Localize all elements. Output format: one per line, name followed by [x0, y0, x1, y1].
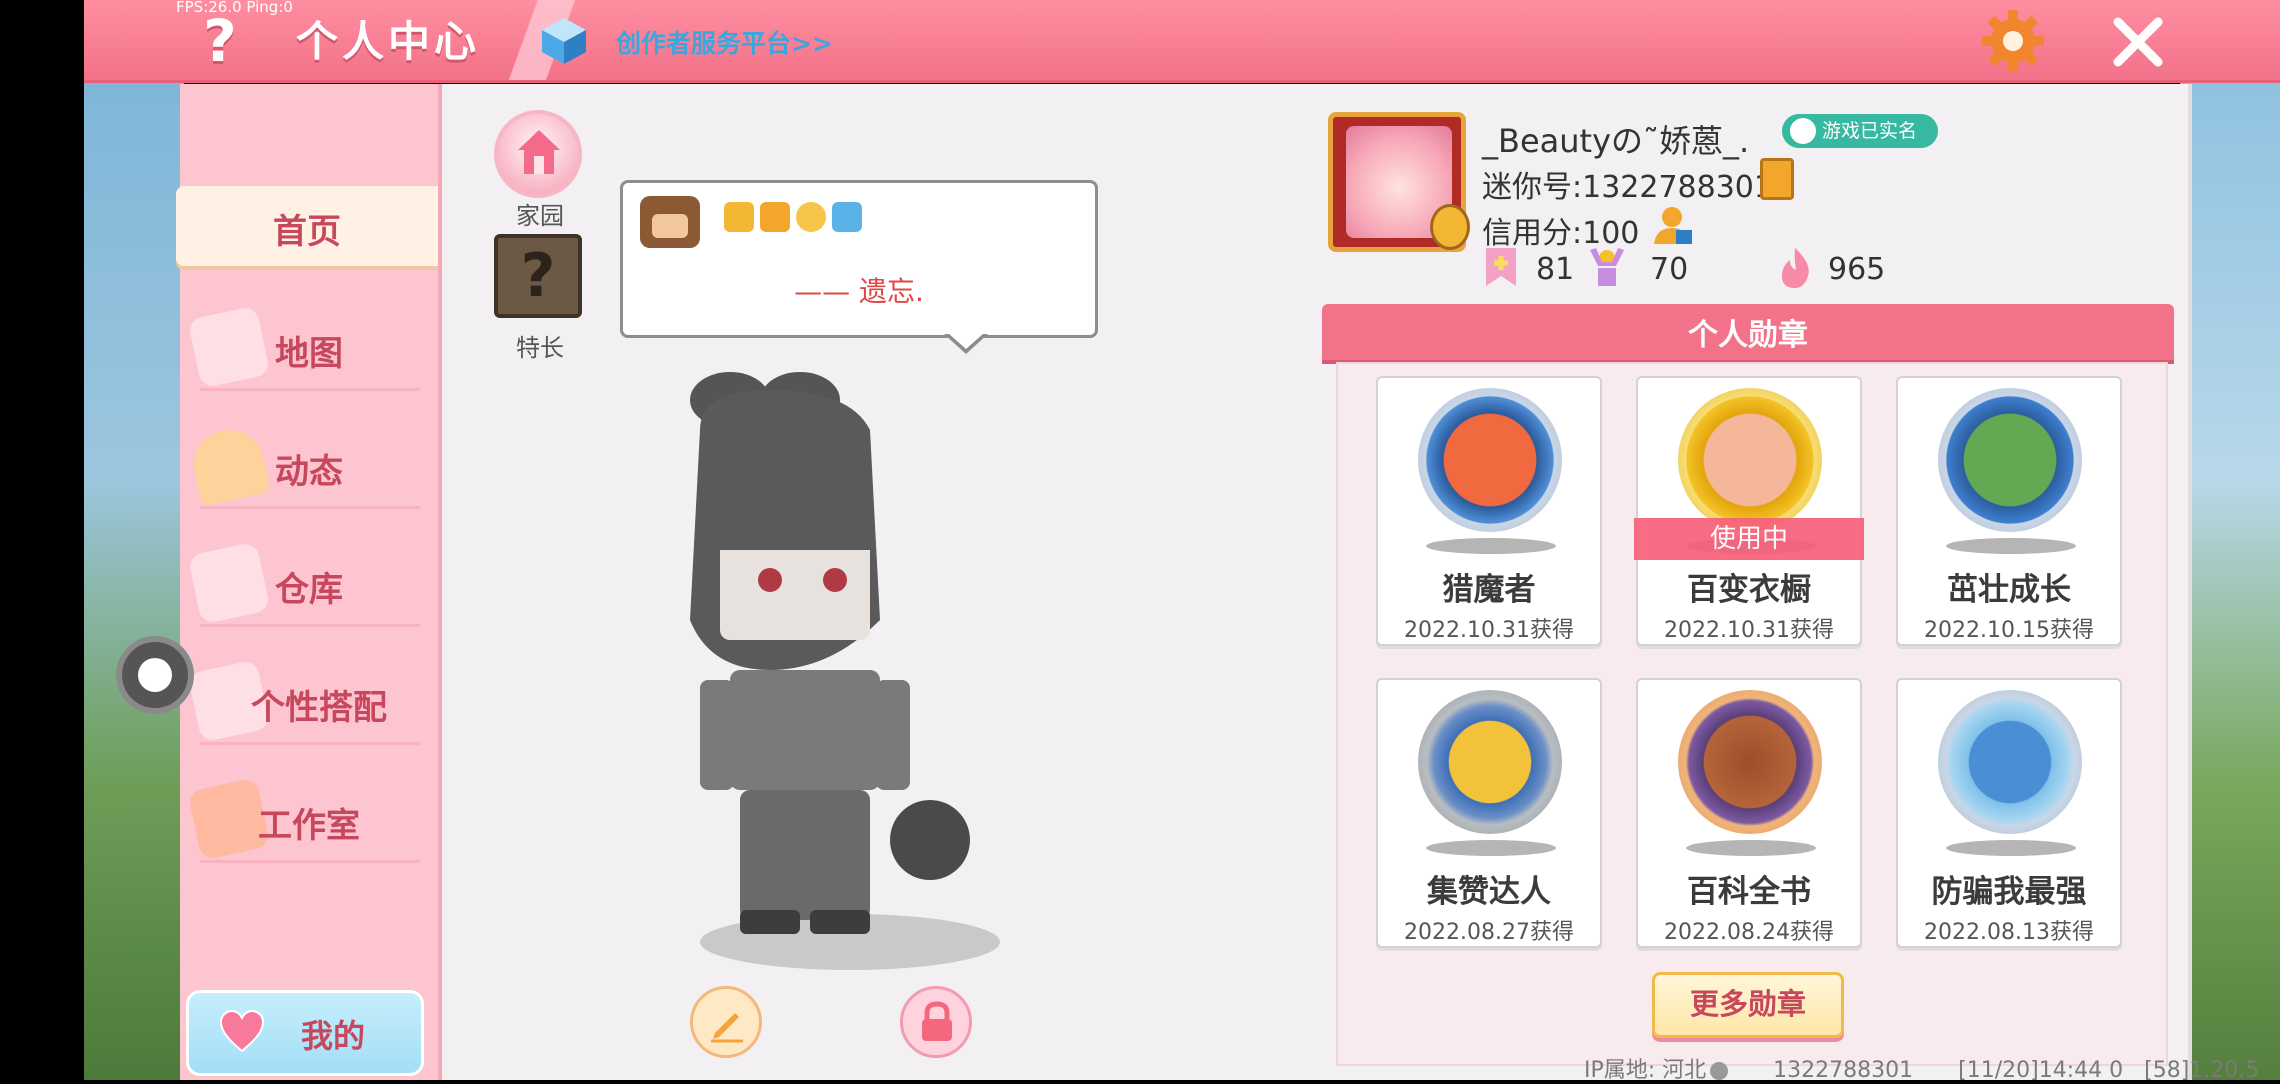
sidebar-item-studio[interactable]: 工作室: [180, 777, 438, 862]
medal-name: 茁壮成长: [1947, 572, 2071, 608]
flame-icon: [1782, 248, 1809, 288]
question-icon[interactable]: ?: [192, 10, 248, 72]
mini-id: 迷你号:1322788301: [1482, 170, 1773, 205]
crown-badge-icon: [760, 202, 790, 232]
sidebar-item-label: 动态: [275, 452, 343, 492]
sidebar-item-map[interactable]: 地图: [180, 305, 438, 390]
sidebar-item-label: 地图: [275, 334, 343, 374]
homestead-label: 家园: [516, 202, 564, 230]
edit-button[interactable]: [690, 986, 762, 1058]
lock-icon: [922, 1001, 952, 1041]
book-medal-icon: [1678, 690, 1822, 834]
footer-id: 1322788301: [1773, 1058, 1914, 1083]
stat-likes: 70: [1650, 252, 1689, 287]
bubble-tail-inner: [948, 333, 984, 349]
page-title: 个人中心: [296, 17, 481, 66]
medal-date: 2022.10.15获得: [1924, 618, 2094, 643]
medal-date: 2022.10.31获得: [1664, 618, 1834, 643]
divider: [200, 388, 420, 391]
gear-icon[interactable]: [1980, 8, 2046, 74]
signature-text: —— 遗忘.: [794, 275, 924, 308]
username: _Beautyの˜娇蒽_.: [1482, 122, 1750, 160]
sword-medal-icon: [1418, 388, 1562, 532]
medal-date: 2022.08.24获得: [1664, 920, 1834, 945]
medals-title: 个人勋章: [1688, 318, 1808, 353]
cube-icon: [542, 18, 586, 64]
lock-button[interactable]: [900, 986, 972, 1058]
floating-assistive-button[interactable]: [116, 636, 194, 714]
more-medals-button[interactable]: 更多勋章: [1652, 972, 1844, 1038]
police-medal-icon: [1938, 690, 2082, 834]
pencil-icon: [711, 1013, 743, 1043]
stat-favorites: 81: [1536, 252, 1575, 287]
sidebar-item-label: 个性搭配: [251, 688, 387, 728]
bookmark-icon: [1486, 248, 1516, 286]
game-background-left: [84, 80, 184, 1080]
heart-icon: [219, 1009, 265, 1053]
frog-medal-icon: [1938, 388, 2082, 532]
copy-icon[interactable]: [1760, 158, 1794, 200]
medal-card[interactable]: 百科全书 2022.08.24获得: [1636, 678, 1862, 948]
medal-name: 百变衣橱: [1687, 572, 1811, 608]
talent-label: 特长: [516, 334, 564, 362]
year-badge-icon: [724, 202, 754, 232]
sidebar-item-label: 工作室: [258, 806, 360, 846]
medal-card[interactable]: 防骗我最强 2022.08.13获得: [1896, 678, 2122, 948]
medal-card[interactable]: 集赞达人 2022.08.27获得: [1376, 678, 1602, 948]
close-icon[interactable]: [2110, 14, 2166, 70]
medal-shadow: [1946, 538, 2076, 554]
house-icon: [518, 130, 560, 174]
sidebar-item-warehouse[interactable]: 仓库: [180, 541, 438, 626]
footer-info: IP属地: 河北 1322788301 [11/20]14:44 0 [58]1…: [1584, 1052, 2259, 1084]
vip-badge-icon: [832, 202, 862, 232]
cheer-icon: [1590, 248, 1624, 286]
medal-date: 2022.08.27获得: [1404, 920, 1574, 945]
medal-shadow: [1426, 840, 1556, 856]
sidebar-item-activity[interactable]: 动态: [180, 423, 438, 508]
medal-card[interactable]: 使用中 百变衣橱 2022.10.31获得: [1634, 376, 1864, 646]
medal-date: 2022.10.31获得: [1404, 618, 1574, 643]
ip-location: IP属地: 河北: [1584, 1058, 1729, 1083]
medal-name: 百科全书: [1687, 874, 1811, 910]
mine-button[interactable]: 我的: [186, 990, 424, 1076]
mini-avatar-icon: [640, 196, 700, 248]
medal-name: 集赞达人: [1427, 874, 1551, 910]
medal-date: 2022.08.13获得: [1924, 920, 2094, 945]
wardrobe-medal-icon: [1678, 388, 1822, 532]
divider: [200, 860, 420, 863]
medal-shadow: [1946, 840, 2076, 856]
medal-name: 猎魔者: [1442, 572, 1536, 608]
character-avatar[interactable]: [670, 370, 1030, 970]
person-check-icon: [1790, 118, 1816, 144]
stat-popularity: 965: [1828, 252, 1886, 287]
medal-shadow: [1686, 840, 1816, 856]
divider: [200, 506, 420, 509]
gem-badge-icon: [796, 202, 826, 232]
divider: [200, 742, 420, 745]
creator-platform-link[interactable]: 创作者服务平台>>: [616, 24, 833, 60]
info-icon[interactable]: [1710, 1062, 1729, 1080]
talent-button[interactable]: ?: [494, 234, 582, 318]
medal-card[interactable]: 茁壮成长 2022.10.15获得: [1896, 376, 2122, 646]
sidebar-item-outfit[interactable]: 个性搭配: [180, 659, 438, 744]
medal-shadow: [1426, 538, 1556, 554]
divider: [200, 624, 420, 627]
in-use-badge: 使用中: [1634, 518, 1864, 560]
credit-person-icon[interactable]: [1652, 204, 1694, 246]
thumbs-up-medal-icon: [1418, 690, 1562, 834]
homestead-button[interactable]: [494, 110, 582, 198]
sidebar-item-home[interactable]: 首页: [176, 186, 438, 266]
sidebar-item-label: 仓库: [275, 570, 343, 610]
sidebar-item-label: 首页: [273, 212, 341, 252]
game-background-right: [2180, 80, 2280, 1080]
medal-card[interactable]: 猎魔者 2022.10.31获得: [1376, 376, 1602, 646]
footer-time: [11/20]14:44 0: [1958, 1058, 2124, 1083]
medal-name: 防骗我最强: [1931, 874, 2087, 910]
footer-version: [58]1.20.5: [2144, 1058, 2260, 1083]
mine-label: 我的: [301, 1017, 366, 1055]
level-badge-icon: [1430, 204, 1470, 250]
